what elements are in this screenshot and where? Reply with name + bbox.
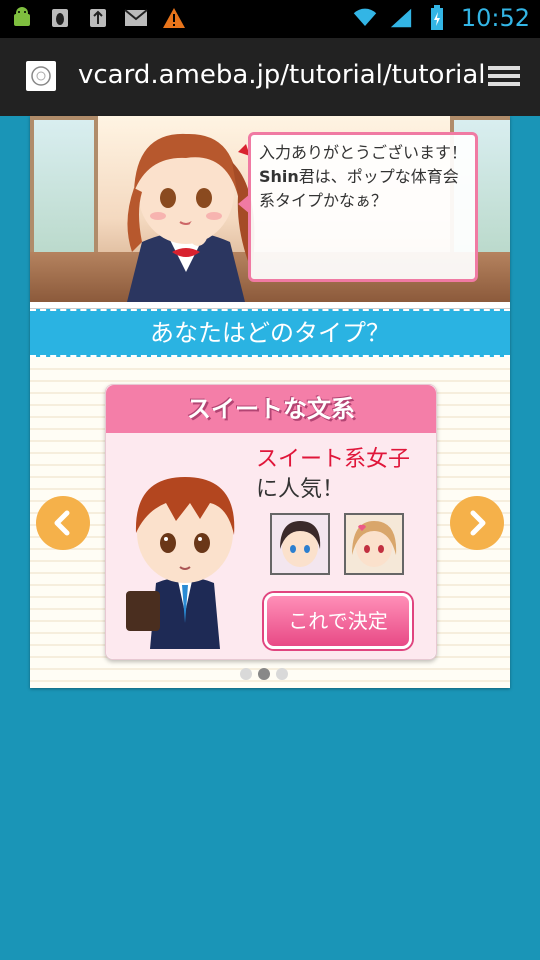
chevron-right-icon [470,510,486,536]
classroom-scene: 入力ありがとうございます！ Shin君は、ポップな体育会系タイプかなぁ？ [30,116,510,302]
girl-thumbnail-2 [344,513,404,575]
type-card: スイートな文系 スイート系女子に人気！ これで決定 [105,384,437,660]
popular-with-text: スイート系女子に人気！ [256,445,426,505]
next-type-button[interactable] [450,496,504,550]
girl-thumbnail-1 [270,513,330,575]
popular-highlight: スイート系女子 [256,447,411,472]
boy-character-image [126,477,235,649]
chevron-left-icon [54,510,70,536]
bug-icon [48,6,72,30]
pagination-dot[interactable] [276,668,288,680]
android-debug-icon [10,6,34,30]
gmail-icon [124,6,148,30]
previous-type-button[interactable] [36,496,90,550]
type-card-title: スイートな文系 [106,385,436,433]
usb-icon [86,6,110,30]
girl-portrait-2-image [346,515,402,573]
speech-user-name: Shin [259,167,299,186]
favicon-icon [26,61,56,91]
wifi-icon [353,6,377,30]
clock: 10:52 [460,4,530,32]
pagination-dot-active[interactable] [258,668,270,680]
browser-url-bar: vcard.ameba.jp/tutorial/tutorial [0,38,540,116]
girl-portrait-1-image [272,515,328,573]
carousel-pagination [240,668,288,680]
signal-icon [389,6,413,30]
pagination-dot[interactable] [240,668,252,680]
battery-charging-icon [425,5,449,30]
speech-bubble: 入力ありがとうございます！ Shin君は、ポップな体育会系タイプかなぁ？ [248,132,478,282]
popular-rest: に人気！ [256,477,345,502]
tabs-menu-button[interactable] [486,62,522,92]
tutorial-panel: 入力ありがとうございます！ Shin君は、ポップな体育会系タイプかなぁ？ あなた… [30,116,510,688]
status-bar: 10:52 [0,0,540,38]
url-field[interactable]: vcard.ameba.jp/tutorial/tutorial [78,60,486,90]
type-card-body: スイート系女子に人気！ これで決定 [106,433,436,659]
section-title: あなたはどのタイプ？ [30,309,510,357]
divider [30,302,510,309]
speech-line-1: 入力ありがとうございます！ [259,143,468,162]
stack-icon [488,66,520,86]
warning-icon [162,6,186,30]
decide-button[interactable]: これで決定 [264,593,412,649]
